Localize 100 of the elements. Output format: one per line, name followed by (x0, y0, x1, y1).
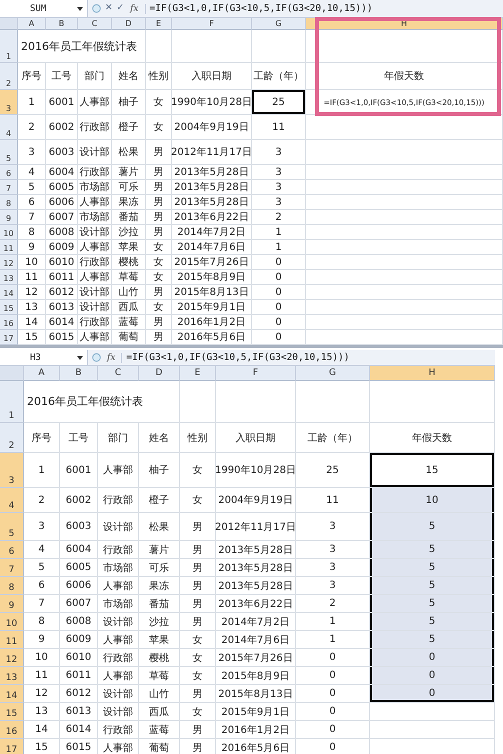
table-cell: 3 (296, 559, 370, 577)
row-header[interactable]: 4 (0, 488, 24, 513)
row-header[interactable]: 6 (0, 165, 18, 180)
row-header[interactable]: 12 (0, 649, 24, 667)
table-cell: 6012 (60, 685, 98, 703)
table-cell: 0 (296, 685, 370, 703)
table-cell: 女 (146, 90, 172, 115)
function-button[interactable]: fx (105, 352, 122, 362)
column-header[interactable]: G (296, 366, 370, 381)
column-header[interactable]: H (370, 366, 495, 381)
row-header[interactable]: 10 (0, 225, 18, 240)
table-cell: 2013年5月28日 (216, 559, 296, 577)
name-box[interactable]: SUM (0, 0, 88, 17)
table-cell: 6002 (46, 115, 78, 140)
table-cell: 1 (296, 613, 370, 631)
column-header[interactable]: C (98, 366, 139, 381)
formula-control[interactable]: ✓ (116, 4, 124, 13)
row-header[interactable]: 15 (0, 300, 18, 315)
column-header[interactable]: G (252, 18, 306, 30)
row-header[interactable]: 10 (0, 613, 24, 631)
column-header[interactable]: D (112, 18, 146, 30)
row-header[interactable]: 15 (0, 703, 24, 721)
row-header[interactable]: 3 (0, 90, 18, 115)
row-header[interactable]: 9 (0, 595, 24, 613)
column-header[interactable]: F (172, 18, 252, 30)
table-cell: 男 (146, 225, 172, 240)
row-header[interactable]: 2 (0, 63, 18, 90)
column-header[interactable]: B (46, 18, 78, 30)
row-header[interactable]: 5 (0, 140, 18, 165)
table-cell: 女 (180, 488, 216, 513)
table-cell: 2016年1月2日 (216, 721, 296, 739)
table-cell: 0 (296, 667, 370, 685)
formula-control[interactable]: ✕ (105, 4, 113, 13)
table-cell: 2012年11月17日 (172, 140, 252, 165)
column-header[interactable]: E (180, 366, 216, 381)
table-cell: 男 (146, 140, 172, 165)
table-cell: 薯片 (112, 165, 146, 180)
name-box[interactable]: H3 (0, 350, 88, 365)
formula-field[interactable]: =IF(G3<1,0,IF(G3<10,5,IF(G3<20,10,15))) (126, 352, 491, 363)
row-header[interactable]: 4 (0, 115, 18, 140)
table-cell: 男 (146, 210, 172, 225)
row-header[interactable]: 11 (0, 240, 18, 255)
row-header[interactable]: 6 (0, 541, 24, 559)
column-header[interactable]: A (18, 18, 46, 30)
table-cell: 7 (18, 210, 46, 225)
table-cell: 市场部 (78, 210, 112, 225)
table-cell: 人事部 (78, 240, 112, 255)
table-cell: 12 (24, 685, 60, 703)
row-header[interactable]: 5 (0, 513, 24, 541)
row-header[interactable]: 13 (0, 667, 24, 685)
row-header[interactable]: 8 (0, 195, 18, 210)
table-cell: 6013 (60, 703, 98, 721)
table-cell: 25 (296, 453, 370, 488)
row-header[interactable]: 16 (0, 315, 18, 330)
row-header[interactable]: 7 (0, 180, 18, 195)
row-header[interactable]: 17 (0, 739, 24, 754)
row-header[interactable]: 14 (0, 685, 24, 703)
row-header[interactable]: 1 (0, 30, 18, 63)
caret-icon[interactable] (77, 356, 83, 360)
table-cell: 2013年5月28日 (172, 165, 252, 180)
column-header[interactable]: F (216, 366, 296, 381)
table-cell: 柚子 (112, 90, 146, 115)
table-cell: 2015年8月9日 (172, 270, 252, 285)
table-cell: 行政部 (98, 649, 139, 667)
table-cell: 1990年10月28日 (216, 453, 296, 488)
row-header[interactable]: 2 (0, 423, 24, 453)
row-header[interactable]: 8 (0, 577, 24, 595)
column-header[interactable]: B (60, 366, 98, 381)
row-header[interactable]: 12 (0, 255, 18, 270)
table-cell: 3 (18, 140, 46, 165)
table-cell: 5 (370, 559, 495, 577)
header-cell: 年假天数 (370, 423, 495, 453)
table-cell: 3 (252, 180, 306, 195)
table-cell: 果冻 (139, 577, 180, 595)
function-button[interactable]: fx (128, 4, 146, 14)
table-cell: 15 (18, 330, 46, 345)
row-header[interactable]: 14 (0, 285, 18, 300)
table-cell: 8 (24, 613, 60, 631)
table-cell: 松果 (139, 513, 180, 541)
row-header[interactable]: 17 (0, 330, 18, 345)
column-header[interactable]: A (24, 366, 60, 381)
table-cell: 女 (146, 240, 172, 255)
caret-icon[interactable] (77, 6, 83, 10)
row-header[interactable]: 16 (0, 721, 24, 739)
table-cell: 6014 (46, 315, 78, 330)
column-header[interactable]: C (78, 18, 112, 30)
column-header[interactable]: D (139, 366, 180, 381)
row-header[interactable]: 13 (0, 270, 18, 285)
column-header[interactable]: E (146, 18, 172, 30)
row-header[interactable]: 11 (0, 631, 24, 649)
row-header[interactable]: 7 (0, 559, 24, 577)
table-cell: 女 (180, 667, 216, 685)
table-cell: 3 (24, 513, 60, 541)
row-header[interactable]: 3 (0, 453, 24, 488)
row-header[interactable]: 1 (0, 381, 24, 423)
table-cell: 男 (146, 195, 172, 210)
header-cell: 性别 (146, 63, 172, 90)
row-header[interactable]: 9 (0, 210, 18, 225)
table-cell: 3 (252, 195, 306, 210)
formula-field[interactable]: =IF(G3<1,0,IF(G3<10,5,IF(G3<20,10,15))) (150, 3, 499, 14)
